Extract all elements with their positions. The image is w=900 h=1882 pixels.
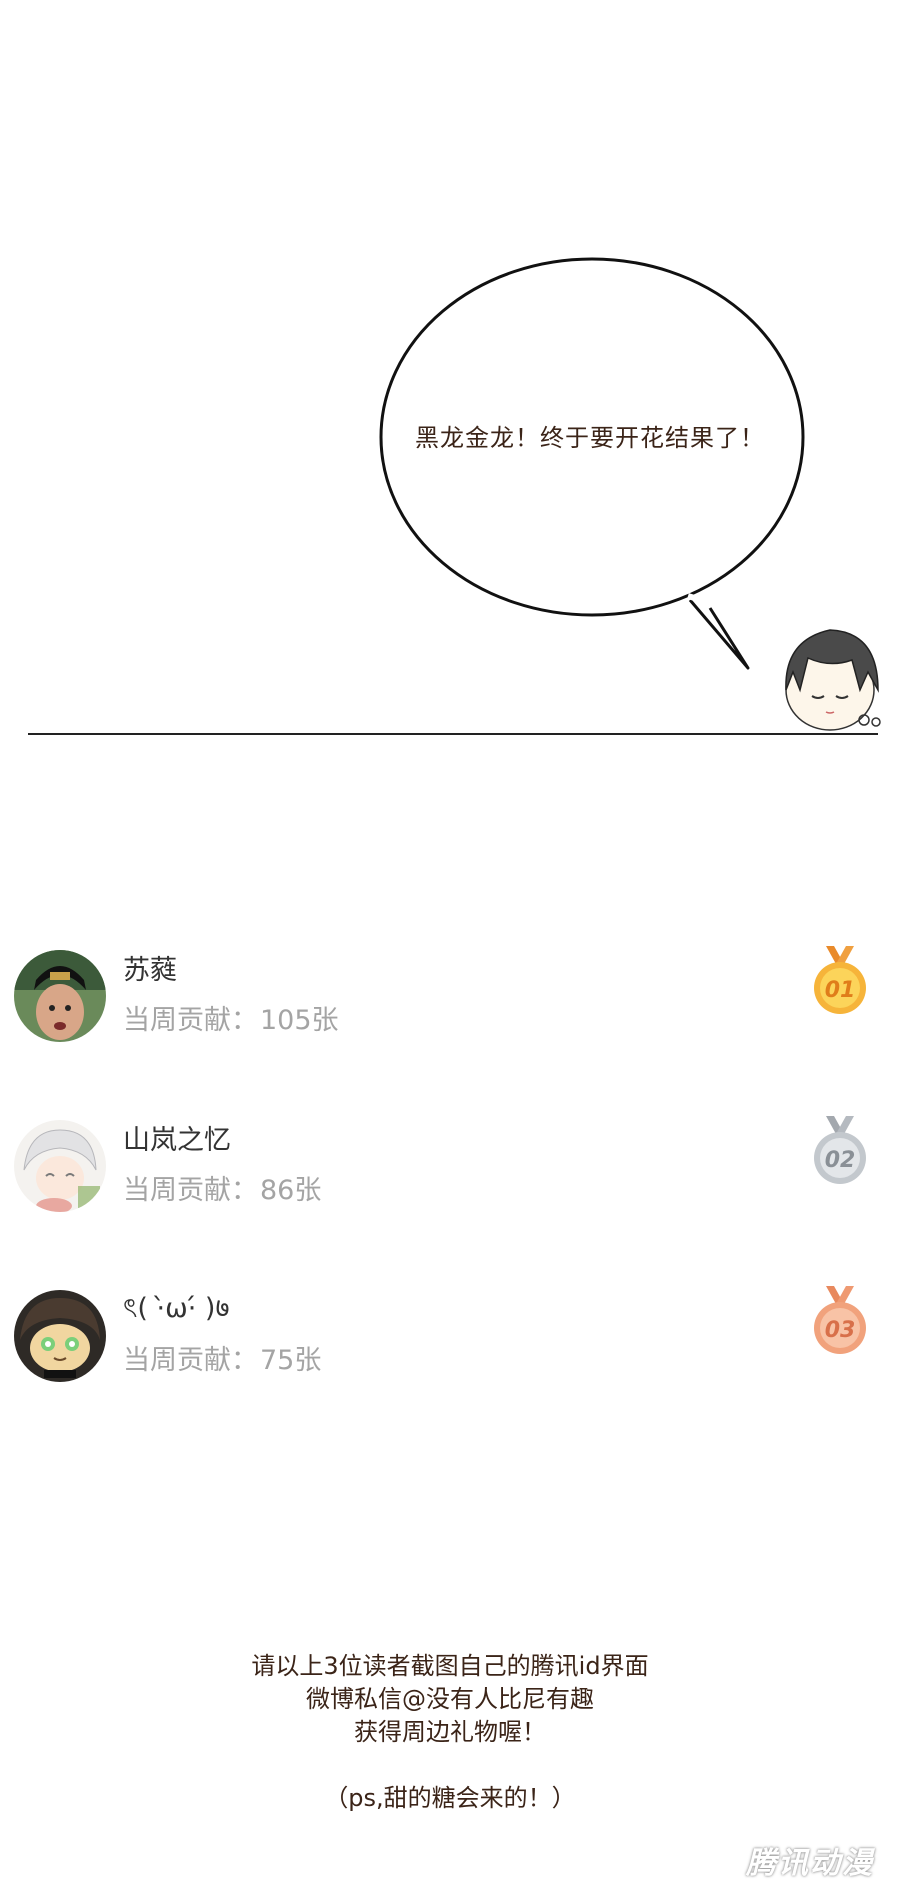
footer-line: 获得周边礼物喔！ — [354, 1718, 546, 1746]
contribution-text: 当周贡献：75张 — [123, 1338, 321, 1377]
speech-bubble-tail — [688, 599, 750, 670]
silver-medal-icon: 02 — [814, 1116, 866, 1184]
medal-label: 03 — [825, 1318, 856, 1343]
ranking-row: 苏蕤 当周贡献：105张 01 — [0, 940, 900, 1050]
ranking-row: ৎ( ·̀ω·́ )७ 当周贡献：75张 03 — [0, 1280, 900, 1390]
avatar[interactable] — [14, 1290, 106, 1382]
contribution-value: 86张 — [260, 1175, 322, 1206]
contribution-value: 105张 — [260, 1005, 339, 1036]
footer-spacer — [150, 1749, 750, 1782]
chibi-character-icon — [785, 629, 881, 731]
username: 苏蕤 — [123, 955, 177, 986]
gold-medal-icon: 01 — [814, 946, 866, 1014]
user-avatar-2-icon — [14, 1120, 106, 1212]
contribution-label: 当周贡献： — [123, 1005, 258, 1036]
footer-line: （ps,甜的糖会来的！） — [324, 1784, 576, 1812]
footer-message: 请以上3位读者截图自己的腾讯id界面 微博私信@没有人比尼有趣 获得周边礼物喔！… — [150, 1650, 750, 1815]
footer-line: 微博私信@没有人比尼有趣 — [306, 1685, 594, 1713]
avatar[interactable] — [14, 1120, 106, 1212]
contribution-text: 当周贡献：105张 — [123, 998, 339, 1037]
contribution-value: 75张 — [260, 1345, 322, 1376]
ranking-row: 山岚之忆 当周贡献：86张 02 — [0, 1110, 900, 1220]
medal-label: 01 — [825, 978, 856, 1003]
medal-label: 02 — [825, 1148, 856, 1173]
section-divider — [28, 733, 878, 735]
contribution-text: 当周贡献：86张 — [123, 1168, 321, 1207]
watermark-logo: 腾讯动漫 — [746, 1846, 874, 1881]
user-avatar-1-icon — [14, 950, 106, 1042]
username: 山岚之忆 — [123, 1125, 231, 1156]
contribution-label: 当周贡献： — [123, 1345, 258, 1376]
speech-bubble-graphic — [379, 257, 881, 731]
username: ৎ( ·̀ω·́ )७ — [123, 1293, 230, 1324]
speech-bubble-text: 黑龙金龙！终于要开花结果了！ — [415, 424, 765, 452]
bronze-medal-icon: 03 — [814, 1286, 866, 1354]
user-avatar-3-icon — [14, 1290, 106, 1382]
avatar[interactable] — [14, 950, 106, 1042]
contribution-label: 当周贡献： — [123, 1175, 258, 1206]
footer-line: 请以上3位读者截图自己的腾讯id界面 — [251, 1652, 649, 1680]
